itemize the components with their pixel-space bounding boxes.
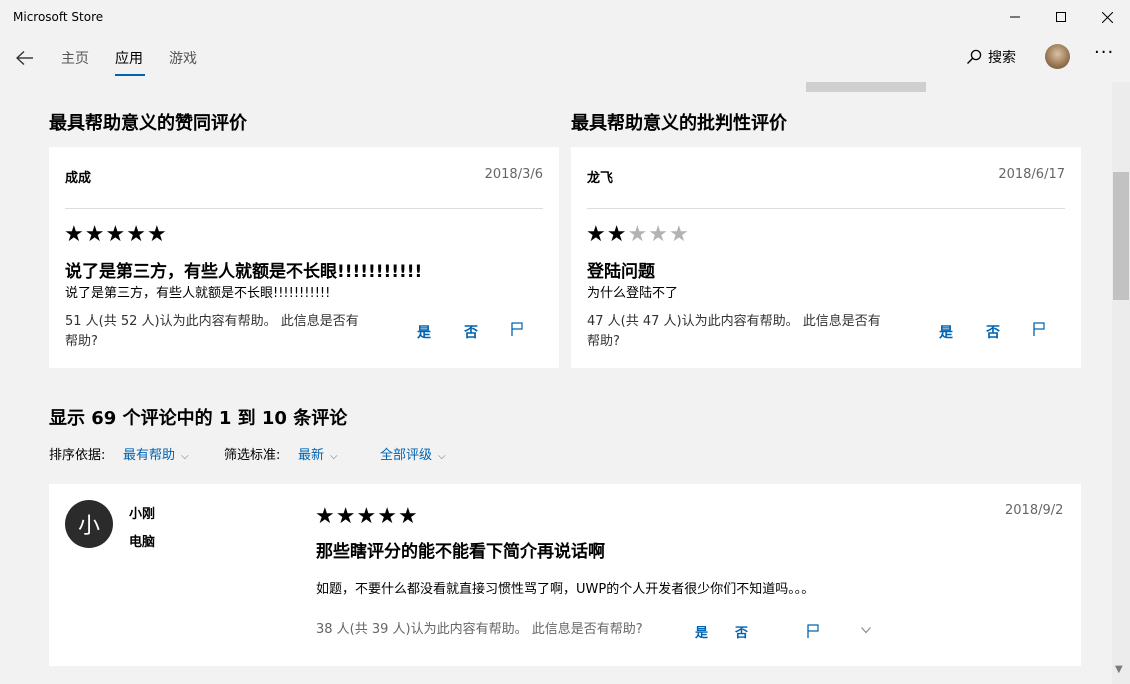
sort-label: 排序依据: (49, 448, 106, 463)
helpful-yes-button[interactable]: 是 (417, 322, 431, 342)
report-flag-icon[interactable] (807, 624, 819, 638)
search-button[interactable]: 搜索 (966, 47, 1016, 67)
chevron-down-icon: ⌵ (181, 451, 189, 462)
expand-chevron-icon[interactable] (861, 627, 871, 634)
review-date: 2018/9/2 (1005, 503, 1064, 518)
review-body: 如题，不要什么都没看就直接习惯性骂了啊，UWP的个人开发者很少你们不知道吗。。。 (316, 582, 815, 597)
back-arrow-icon (16, 51, 33, 65)
positive-section-title: 最具帮助意义的赞同评价 (49, 113, 247, 134)
review-body: 说了是第三方，有些人就额是不长眼!!!!!!!!!!! (65, 286, 331, 301)
star-icon: ★ (377, 504, 398, 529)
star-icon: ★ (84, 222, 106, 247)
star-icon: ★ (335, 504, 357, 529)
helpful-no-button[interactable]: 否 (464, 322, 478, 342)
star-icon: ★ (586, 222, 607, 247)
helpful-text: 47 人(共 47 人)认为此内容有帮助。 此信息是否有 帮助? (587, 312, 881, 352)
tab-games[interactable]: 游戏 (169, 48, 197, 68)
star-icon: ★ (627, 222, 649, 247)
active-tab-indicator (115, 74, 145, 76)
star-rating: ★★★★★ (64, 224, 168, 246)
rating-filter-dropdown[interactable]: 全部评级 ⌵ (380, 444, 446, 463)
nav-bar: 主页 应用 游戏 搜索 ··· (0, 34, 1130, 82)
reviewer-device: 电脑 (129, 535, 156, 550)
helpful-yes-button[interactable]: 是 (939, 322, 953, 342)
user-avatar[interactable] (1045, 44, 1070, 69)
reviewer-avatar: 小 (65, 500, 113, 548)
helpful-text: 38 人(共 39 人)认为此内容有帮助。 此信息是否有帮助? (316, 622, 643, 637)
minimize-icon (1010, 16, 1020, 18)
helpful-yes-button[interactable]: 是 (695, 622, 708, 641)
helpful-line: 47 人(共 47 人)认为此内容有帮助。 此信息是否有 (587, 314, 881, 329)
star-icon: ★ (606, 222, 628, 247)
filter-dropdown[interactable]: 最新 ⌵ (298, 444, 338, 463)
maximize-icon (1056, 12, 1066, 22)
close-button[interactable] (1084, 0, 1130, 34)
scrollbar-thumb[interactable] (1113, 172, 1129, 300)
title-bar: Microsoft Store (0, 0, 1130, 34)
helpful-line: 帮助? (587, 334, 620, 349)
positive-review-card: 成成 2018/3/6 ★★★★★ 说了是第三方，有些人就额是不长眼!!!!!!… (49, 147, 559, 368)
star-icon: ★ (356, 504, 378, 529)
sort-value: 最有帮助 (123, 448, 176, 463)
star-icon: ★ (315, 504, 336, 529)
helpful-line: 51 人(共 52 人)认为此内容有帮助。 此信息是否有 (65, 314, 359, 329)
tab-apps[interactable]: 应用 (115, 48, 143, 68)
review-title: 说了是第三方，有些人就额是不长眼!!!!!!!!!!! (65, 262, 423, 282)
critical-section-title: 最具帮助意义的批判性评价 (571, 113, 787, 134)
review-title: 登陆问题 (587, 262, 655, 282)
reviewer-name: 龙飞 (587, 171, 614, 186)
card-divider (65, 208, 543, 209)
chevron-down-icon: ⌵ (438, 451, 446, 462)
tab-home[interactable]: 主页 (61, 48, 89, 68)
star-icon: ★ (668, 222, 690, 247)
more-options-button[interactable]: ··· (1094, 42, 1114, 63)
maximize-button[interactable] (1038, 0, 1084, 34)
report-flag-icon[interactable] (1033, 322, 1045, 336)
search-label: 搜索 (988, 50, 1016, 66)
sort-dropdown[interactable]: 最有帮助 ⌵ (123, 444, 189, 463)
rating-filter-value: 全部评级 (380, 448, 433, 463)
filter-label: 筛选标准: (224, 448, 281, 463)
minimize-button[interactable] (992, 0, 1038, 34)
star-icon: ★ (64, 222, 85, 247)
chevron-down-icon: ⌵ (330, 451, 338, 462)
helpful-text: 51 人(共 52 人)认为此内容有帮助。 此信息是否有 帮助? (65, 312, 359, 352)
review-date: 2018/6/17 (998, 167, 1065, 182)
star-icon: ★ (105, 222, 127, 247)
helpful-no-button[interactable]: 否 (986, 322, 1000, 342)
reviewer-name: 小刚 (129, 507, 156, 522)
star-icon: ★ (126, 222, 147, 247)
review-date: 2018/3/6 (484, 167, 543, 182)
helpful-line: 帮助? (65, 334, 98, 349)
star-icon: ★ (648, 222, 669, 247)
scroll-down-icon[interactable]: ▼ (1115, 664, 1123, 675)
reviewer-name: 成成 (65, 171, 92, 186)
report-flag-icon[interactable] (511, 322, 523, 336)
helpful-no-button[interactable]: 否 (735, 622, 748, 641)
filter-value: 最新 (298, 448, 325, 463)
card-divider (587, 208, 1065, 209)
scroll-indicator-bar (806, 82, 926, 92)
star-icon: ★ (397, 504, 419, 529)
star-rating: ★★★★★ (315, 506, 419, 528)
window-title: Microsoft Store (13, 10, 104, 24)
search-icon (967, 49, 982, 64)
reviews-count-title: 显示 69 个评论中的 1 到 10 条评论 (49, 408, 348, 429)
review-body: 为什么登陆不了 (587, 286, 679, 301)
critical-review-card: 龙飞 2018/6/17 ★★★★★ 登陆问题 为什么登陆不了 47 人(共 4… (571, 147, 1081, 368)
star-icon: ★ (146, 222, 168, 247)
review-title: 那些瞎评分的能不能看下简介再说话啊 (316, 542, 605, 562)
back-button[interactable] (10, 44, 40, 72)
close-icon (1101, 11, 1113, 23)
star-rating: ★★★★★ (586, 224, 690, 246)
